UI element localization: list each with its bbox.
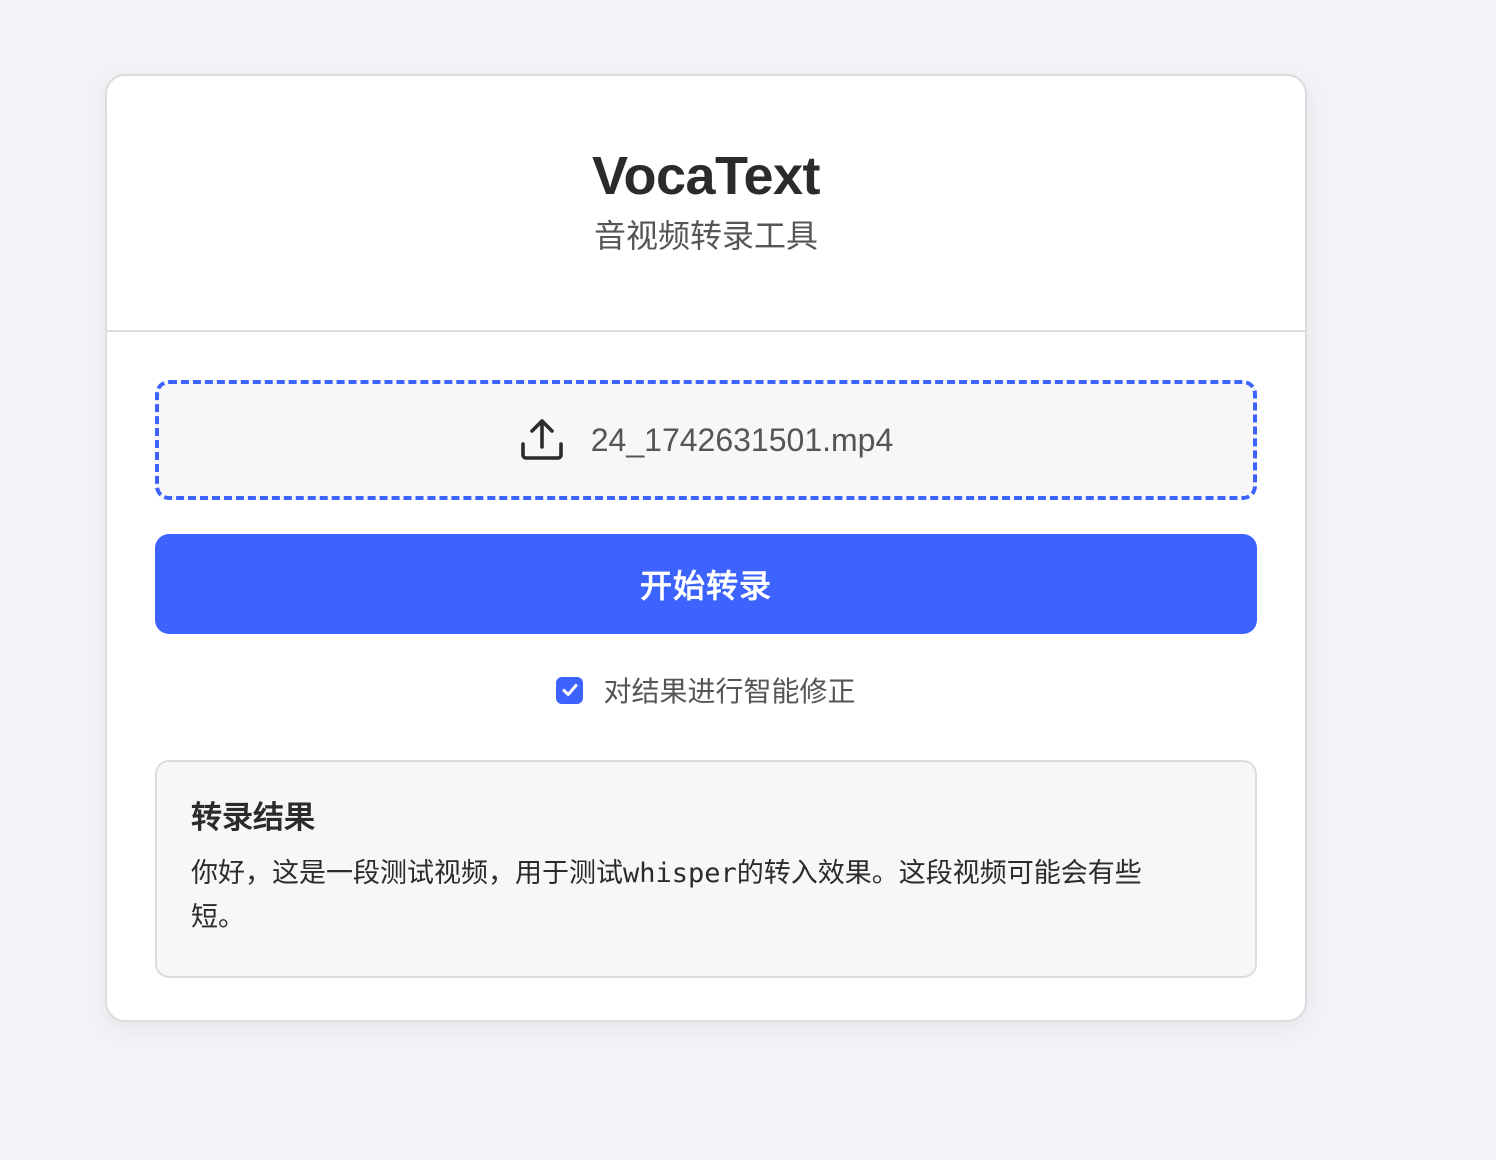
result-title: 转录结果 xyxy=(191,800,315,835)
result-panel: 转录结果 你好，这是一段测试视频，用于测试whisper的转入效果。这段视频可能… xyxy=(155,760,1257,978)
result-text: 你好，这是一段测试视频，用于测试whisper的转入效果。这段视频可能会有些短。 xyxy=(191,858,1142,933)
upload-icon xyxy=(519,417,565,463)
card-header: VocaText 音视频转录工具 xyxy=(107,76,1305,332)
selected-filename: 24_1742631501.mp4 xyxy=(590,421,894,458)
card-body: 24_1742631501.mp4 开始转录 对结果进行智能修正 转录结果 你好… xyxy=(107,332,1305,978)
smart-correction-label[interactable]: 对结果进行智能修正 xyxy=(603,670,855,710)
file-dropzone[interactable]: 24_1742631501.mp4 xyxy=(155,380,1257,500)
smart-correction-checkbox[interactable] xyxy=(556,676,584,704)
checkmark-icon xyxy=(562,684,578,696)
smart-correction-option[interactable]: 对结果进行智能修正 xyxy=(155,670,1257,710)
start-transcription-button[interactable]: 开始转录 xyxy=(155,534,1257,634)
app-subtitle: 音视频转录工具 xyxy=(593,218,818,254)
app-title: VocaText xyxy=(591,146,821,206)
main-card: VocaText 音视频转录工具 24_1742631501.mp4 开始转录 … xyxy=(105,74,1307,1022)
